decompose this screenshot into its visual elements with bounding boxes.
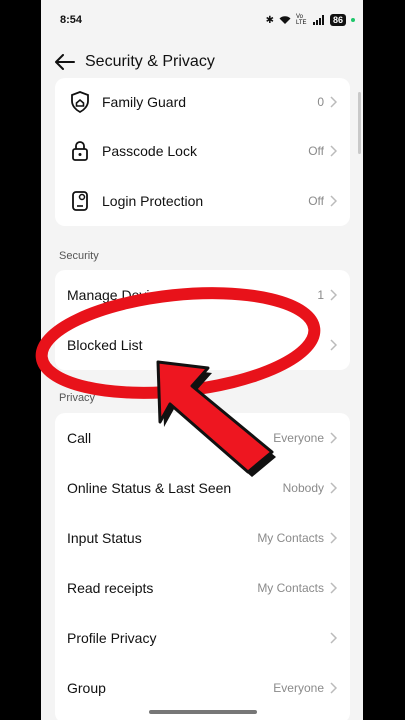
row-label: Passcode Lock — [102, 143, 197, 159]
section-title-privacy: Privacy — [59, 392, 96, 404]
group-row[interactable]: Group Everyone — [55, 663, 350, 713]
signal-icon — [312, 15, 324, 25]
chevron-right-icon — [330, 482, 338, 494]
chevron-right-icon — [330, 532, 338, 544]
row-value: Nobody — [282, 481, 324, 495]
call-row[interactable]: Call Everyone — [55, 413, 350, 463]
status-bar: 8:54 ✱ Vo LTE 86 — [41, 0, 363, 40]
row-label: Family Guard — [102, 94, 187, 110]
lock-icon — [67, 138, 93, 164]
row-value: 0 — [317, 95, 324, 109]
scrollbar[interactable] — [358, 92, 361, 154]
row-value: My Contacts — [257, 581, 324, 595]
row-value: Off — [308, 194, 324, 208]
row-value: Everyone — [273, 681, 324, 695]
row-value: Everyone — [273, 431, 324, 445]
network-label: Vo LTE — [295, 14, 307, 26]
row-label: Manage Devices — [67, 287, 172, 303]
account-protection-card: Family Guard 0 Passcode Lock Off Login P… — [55, 78, 350, 226]
chevron-right-icon — [330, 96, 338, 108]
chevron-right-icon — [330, 632, 338, 644]
phone-screen: 8:54 ✱ Vo LTE 86 Security & Privacy Fami… — [41, 0, 363, 720]
row-label: Online Status & Last Seen — [67, 480, 232, 496]
login-protection-row[interactable]: Login Protection Off — [55, 176, 350, 226]
wifi-icon — [279, 16, 291, 24]
chevron-right-icon — [330, 289, 338, 301]
row-label: Input Status — [67, 530, 142, 546]
blocked-list-row[interactable]: Blocked List — [55, 320, 350, 370]
section-title-security: Security — [59, 250, 99, 262]
online-status-row[interactable]: Online Status & Last Seen Nobody — [55, 463, 350, 513]
row-label: Login Protection — [102, 193, 204, 209]
chevron-right-icon — [330, 339, 338, 351]
back-arrow-icon[interactable] — [53, 50, 77, 74]
manage-devices-row[interactable]: Manage Devices 1 — [55, 270, 350, 320]
privacy-card: Call Everyone Online Status & Last Seen … — [55, 413, 350, 720]
header: Security & Privacy — [41, 44, 363, 80]
row-value: My Contacts — [257, 531, 324, 545]
row-value: Off — [308, 144, 324, 158]
input-status-row[interactable]: Input Status My Contacts — [55, 513, 350, 563]
profile-privacy-row[interactable]: Profile Privacy — [55, 613, 350, 663]
row-label: Call — [67, 430, 92, 446]
chevron-right-icon — [330, 682, 338, 694]
chevron-right-icon — [330, 432, 338, 444]
row-label: Profile Privacy — [67, 630, 157, 646]
row-label: Group — [67, 680, 106, 696]
battery-icon: 86 — [329, 14, 346, 26]
home-indicator[interactable] — [149, 710, 257, 714]
chevron-right-icon — [330, 582, 338, 594]
family-guard-row[interactable]: Family Guard 0 — [55, 78, 350, 126]
privacy-dot-icon — [351, 18, 355, 22]
bluetooth-icon: ✱ — [265, 14, 274, 26]
status-icons: ✱ Vo LTE 86 — [266, 14, 355, 26]
shield-home-icon — [67, 89, 93, 115]
security-card: Manage Devices 1 Blocked List — [55, 270, 350, 370]
row-label: Read receipts — [67, 580, 154, 596]
row-label: Blocked List — [67, 337, 143, 353]
row-value: 1 — [317, 288, 324, 302]
page-title: Security & Privacy — [85, 53, 215, 70]
chevron-right-icon — [330, 145, 338, 157]
chevron-right-icon — [330, 195, 338, 207]
phone-lock-icon — [67, 188, 93, 214]
passcode-lock-row[interactable]: Passcode Lock Off — [55, 126, 350, 176]
status-time: 8:54 — [60, 14, 83, 26]
read-receipts-row[interactable]: Read receipts My Contacts — [55, 563, 350, 613]
